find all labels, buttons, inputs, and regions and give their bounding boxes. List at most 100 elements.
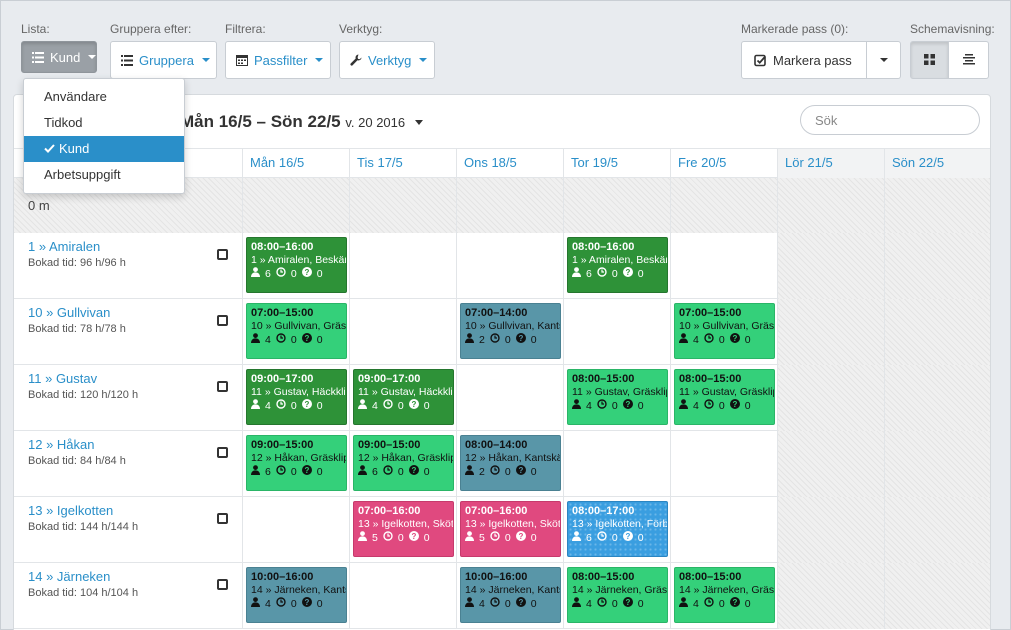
row-checkbox[interactable]	[217, 381, 228, 392]
day-cell[interactable]	[777, 497, 884, 563]
day-cell[interactable]	[884, 365, 990, 431]
lista-button[interactable]: Kund	[21, 41, 97, 73]
markera-pass-button[interactable]: Markera pass	[741, 41, 867, 79]
row-checkbox[interactable]	[217, 579, 228, 590]
shift-card[interactable]: 09:00–17:0011 » Gustav, Häckklippning4 0?…	[246, 369, 347, 425]
day-cell[interactable]	[884, 233, 990, 299]
shift-card[interactable]: 07:00–14:0010 » Gullvivan, Kantskärning2…	[460, 303, 561, 359]
day-cell[interactable]: 08:00–17:0013 » Igelkotten, Förberedelse…	[563, 497, 670, 563]
day-cell[interactable]: 10:00–16:0014 » Järneken, Kantskärning4 0…	[242, 563, 349, 629]
list-view-button[interactable]	[949, 41, 989, 79]
row-checkbox[interactable]	[217, 249, 228, 260]
day-header[interactable]: Tis 17/5	[349, 149, 456, 179]
day-cell[interactable]	[777, 431, 884, 497]
day-cell[interactable]: 07:00–16:0013 » Igelkotten, Skötsel5 0? 0	[349, 497, 456, 563]
day-cell[interactable]	[456, 233, 563, 299]
day-cell[interactable]: 08:00–15:0011 » Gustav, Gräsklippning4 0?…	[563, 365, 670, 431]
day-cell[interactable]	[349, 233, 456, 299]
day-cell[interactable]	[349, 299, 456, 365]
day-cell[interactable]	[670, 497, 777, 563]
day-cell[interactable]: 07:00–15:0010 » Gullvivan, Gräsklippning…	[670, 299, 777, 365]
booked-hours: Bokad tid: 120 h/120 h	[28, 389, 139, 401]
day-cell[interactable]: 09:00–15:0012 » Håkan, Gräsklippning6 0? 0	[349, 431, 456, 497]
shift-card[interactable]: 08:00–15:0014 » Järneken, Gräsklippning4…	[567, 567, 668, 623]
day-cell[interactable]: 08:00–16:001 » Amiralen, Beskärning6 0? 0	[563, 233, 670, 299]
summary-cell	[563, 178, 670, 233]
shift-card[interactable]: 08:00–16:001 » Amiralen, Beskärning6 0? 0	[246, 237, 347, 293]
day-header[interactable]: Fre 20/5	[670, 149, 777, 179]
day-cell[interactable]	[777, 299, 884, 365]
customer-name-link[interactable]: 13 » Igelkotten	[28, 503, 242, 518]
customer-name-link[interactable]: 1 » Amiralen	[28, 239, 242, 254]
shift-time: 08:00–17:00	[572, 505, 635, 517]
day-cell[interactable]	[349, 563, 456, 629]
day-cell[interactable]: 08:00–15:0014 » Järneken, Gräsklippning4…	[563, 563, 670, 629]
menu-item-kund[interactable]: Kund	[24, 136, 184, 162]
day-cell[interactable]	[563, 431, 670, 497]
day-cell[interactable]: 10:00–16:0014 » Järneken, Kantskärning4 0…	[456, 563, 563, 629]
question-count: 0	[530, 597, 537, 610]
shift-card[interactable]: 09:00–17:0011 » Gustav, Häckklippning4 0?…	[353, 369, 454, 425]
day-cell[interactable]: 09:00–17:0011 » Gustav, Häckklippning4 0?…	[242, 365, 349, 431]
day-header[interactable]: Ons 18/5	[456, 149, 563, 179]
shift-card[interactable]: 08:00–14:0012 » Håkan, Kantskärning2 0? 0	[460, 435, 561, 491]
search-input[interactable]	[800, 105, 980, 135]
menu-item-anvndare[interactable]: Användare	[24, 84, 184, 110]
shift-card[interactable]: 10:00–16:0014 » Järneken, Kantskärning4 0…	[460, 567, 561, 623]
gruppera-button[interactable]: Gruppera	[110, 41, 217, 79]
day-header[interactable]: Lör 21/5	[777, 149, 884, 179]
customer-name-link[interactable]: 14 » Järneken	[28, 569, 242, 584]
day-header[interactable]: Tor 19/5	[563, 149, 670, 179]
shift-card[interactable]: 10:00–16:0014 » Järneken, Kantskärning4 0…	[246, 567, 347, 623]
passfilter-button[interactable]: Passfilter	[225, 41, 331, 79]
grid-view-button[interactable]	[910, 41, 949, 79]
day-cell[interactable]	[456, 365, 563, 431]
customer-name-link[interactable]: 11 » Gustav	[28, 371, 242, 386]
day-cell[interactable]: 09:00–15:0012 » Håkan, Gräsklippning6 0? 0	[242, 431, 349, 497]
menu-item-arbetsuppgift[interactable]: Arbetsuppgift	[24, 162, 184, 188]
day-cell[interactable]	[884, 431, 990, 497]
shift-card[interactable]: 07:00–15:0010 » Gullvivan, Gräsklippning…	[674, 303, 775, 359]
day-cell[interactable]	[670, 431, 777, 497]
customer-name-link[interactable]: 10 » Gullvivan	[28, 305, 242, 320]
day-cell[interactable]	[884, 563, 990, 629]
verktyg-button[interactable]: Verktyg	[339, 41, 435, 79]
day-cell[interactable]: 08:00–15:0011 » Gustav, Gräsklippning4 0?…	[670, 365, 777, 431]
question-count: 0	[637, 267, 644, 280]
day-cell[interactable]	[777, 365, 884, 431]
shift-card[interactable]: 08:00–16:001 » Amiralen, Beskärning6 0? 0	[567, 237, 668, 293]
day-cell[interactable]	[563, 299, 670, 365]
shift-card[interactable]: 07:00–16:0013 » Igelkotten, Skötsel5 0? 0	[353, 501, 454, 557]
week-selector[interactable]: Mån 16/5 – Sön 22/5 v. 20 2016	[180, 112, 423, 132]
customer-name-link[interactable]: 12 » Håkan	[28, 437, 242, 452]
day-cell[interactable]	[777, 563, 884, 629]
shift-card[interactable]: 07:00–15:0010 » Gullvivan, Gräsklippning…	[246, 303, 347, 359]
shift-card[interactable]: 09:00–15:0012 » Håkan, Gräsklippning6 0? 0	[353, 435, 454, 491]
markera-dropdown-button[interactable]	[867, 41, 901, 79]
day-cell[interactable]: 08:00–15:0014 » Järneken, Gräsklippning4…	[670, 563, 777, 629]
day-cell[interactable]	[884, 497, 990, 563]
chevron-down-icon	[414, 120, 423, 126]
day-cell[interactable]	[884, 299, 990, 365]
day-cell[interactable]	[242, 497, 349, 563]
day-cell[interactable]	[777, 233, 884, 299]
shift-card[interactable]: 08:00–15:0011 » Gustav, Gräsklippning4 0?…	[674, 369, 775, 425]
shift-card[interactable]: 08:00–15:0014 » Järneken, Gräsklippning4…	[674, 567, 775, 623]
day-cell[interactable]: 07:00–14:0010 » Gullvivan, Kantskärning2…	[456, 299, 563, 365]
menu-item-tidkod[interactable]: Tidkod	[24, 110, 184, 136]
shift-card[interactable]: 07:00–16:0013 » Igelkotten, Skötsel5 0? 0	[460, 501, 561, 557]
shift-card[interactable]: 08:00–15:0011 » Gustav, Gräsklippning4 0?…	[567, 369, 668, 425]
day-header[interactable]: Sön 22/5	[884, 149, 990, 179]
day-cell[interactable]: 07:00–16:0013 » Igelkotten, Skötsel5 0? 0	[456, 497, 563, 563]
row-checkbox[interactable]	[217, 513, 228, 524]
shift-card[interactable]: 09:00–15:0012 » Håkan, Gräsklippning6 0? 0	[246, 435, 347, 491]
day-cell[interactable]: 08:00–16:001 » Amiralen, Beskärning6 0? 0	[242, 233, 349, 299]
day-cell[interactable]: 07:00–15:0010 » Gullvivan, Gräsklippning…	[242, 299, 349, 365]
row-checkbox[interactable]	[217, 315, 228, 326]
day-header[interactable]: Mån 16/5	[242, 149, 349, 179]
day-cell[interactable]	[670, 233, 777, 299]
row-checkbox[interactable]	[217, 447, 228, 458]
shift-card[interactable]: 08:00–17:0013 » Igelkotten, Förberedelse…	[567, 501, 668, 557]
day-cell[interactable]: 08:00–14:0012 » Håkan, Kantskärning2 0? 0	[456, 431, 563, 497]
day-cell[interactable]: 09:00–17:0011 » Gustav, Häckklippning4 0?…	[349, 365, 456, 431]
